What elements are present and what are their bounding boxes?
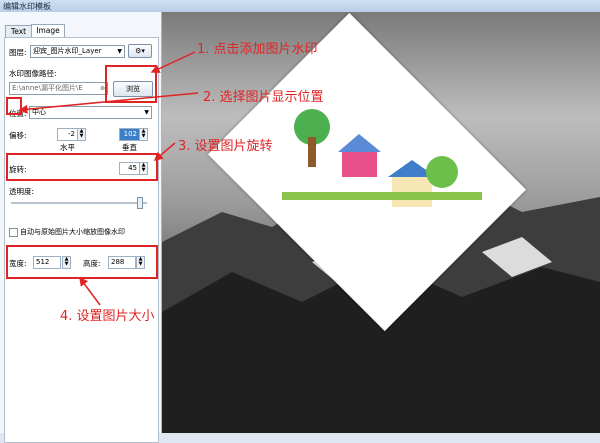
annotation-step3: 3. 设置图片旋转 [178, 139, 273, 154]
chevron-down-icon: ▼ [144, 109, 149, 116]
highlight-rotation [6, 153, 158, 181]
window-title: 编辑水印模板 [3, 2, 51, 11]
layer-label: 图层: [9, 48, 27, 57]
annotation-step1: 1. 点击添加图片水印 [197, 42, 318, 57]
offset-label: 偏移: [9, 131, 27, 140]
house-icon [342, 152, 377, 177]
highlight-size [6, 245, 158, 279]
layer-settings-button[interactable]: ⚙▾ [128, 44, 152, 58]
tree-trunk [308, 137, 316, 167]
offset-x-input[interactable]: -2 [57, 128, 78, 141]
tab-text[interactable]: Text [5, 25, 32, 37]
opacity-slider-thumb[interactable] [137, 197, 143, 209]
offset-y-input[interactable]: 102 [119, 128, 140, 141]
offset-y-stepper[interactable]: ▲ ▼ [139, 128, 148, 141]
offset-x-stepper[interactable]: ▲ ▼ [77, 128, 86, 141]
tab-image[interactable]: Image [31, 24, 65, 37]
path-label: 水印图像路径: [9, 69, 57, 78]
vertical-label: 垂直 [122, 143, 137, 152]
annotation-step4: 4. 设置图片大小 [60, 309, 155, 324]
position-select-value: 中心 [32, 108, 46, 116]
path-input-value: E:\anne\漏平化图片\E [12, 84, 83, 92]
highlight-position [6, 97, 22, 115]
auto-scale-checkbox[interactable] [9, 228, 18, 237]
annotation-step2: 2. 选择图片显示位置 [203, 90, 324, 105]
layer-select-value: 迎宾_图片水印_Layer [33, 47, 102, 55]
horizontal-label: 水平 [60, 143, 75, 152]
position-select[interactable]: 中心 ▼ [29, 106, 152, 119]
highlight-browse [105, 65, 157, 103]
roof-icon [338, 134, 381, 152]
opacity-label: 透明度: [9, 187, 35, 196]
path-input[interactable]: E:\anne\漏平化图片\E ⊗ [9, 82, 108, 95]
opacity-slider-track[interactable] [11, 202, 147, 204]
preview-canvas[interactable] [162, 12, 600, 433]
grass-strip [282, 192, 482, 200]
auto-scale-label: 自动与原始图片大小缩放图像水印 [20, 228, 125, 236]
chevron-down-icon: ▼ [117, 48, 122, 55]
bush-icon [426, 156, 458, 188]
layer-select[interactable]: 迎宾_图片水印_Layer ▼ [30, 45, 125, 58]
gear-icon: ⚙▾ [135, 47, 145, 55]
